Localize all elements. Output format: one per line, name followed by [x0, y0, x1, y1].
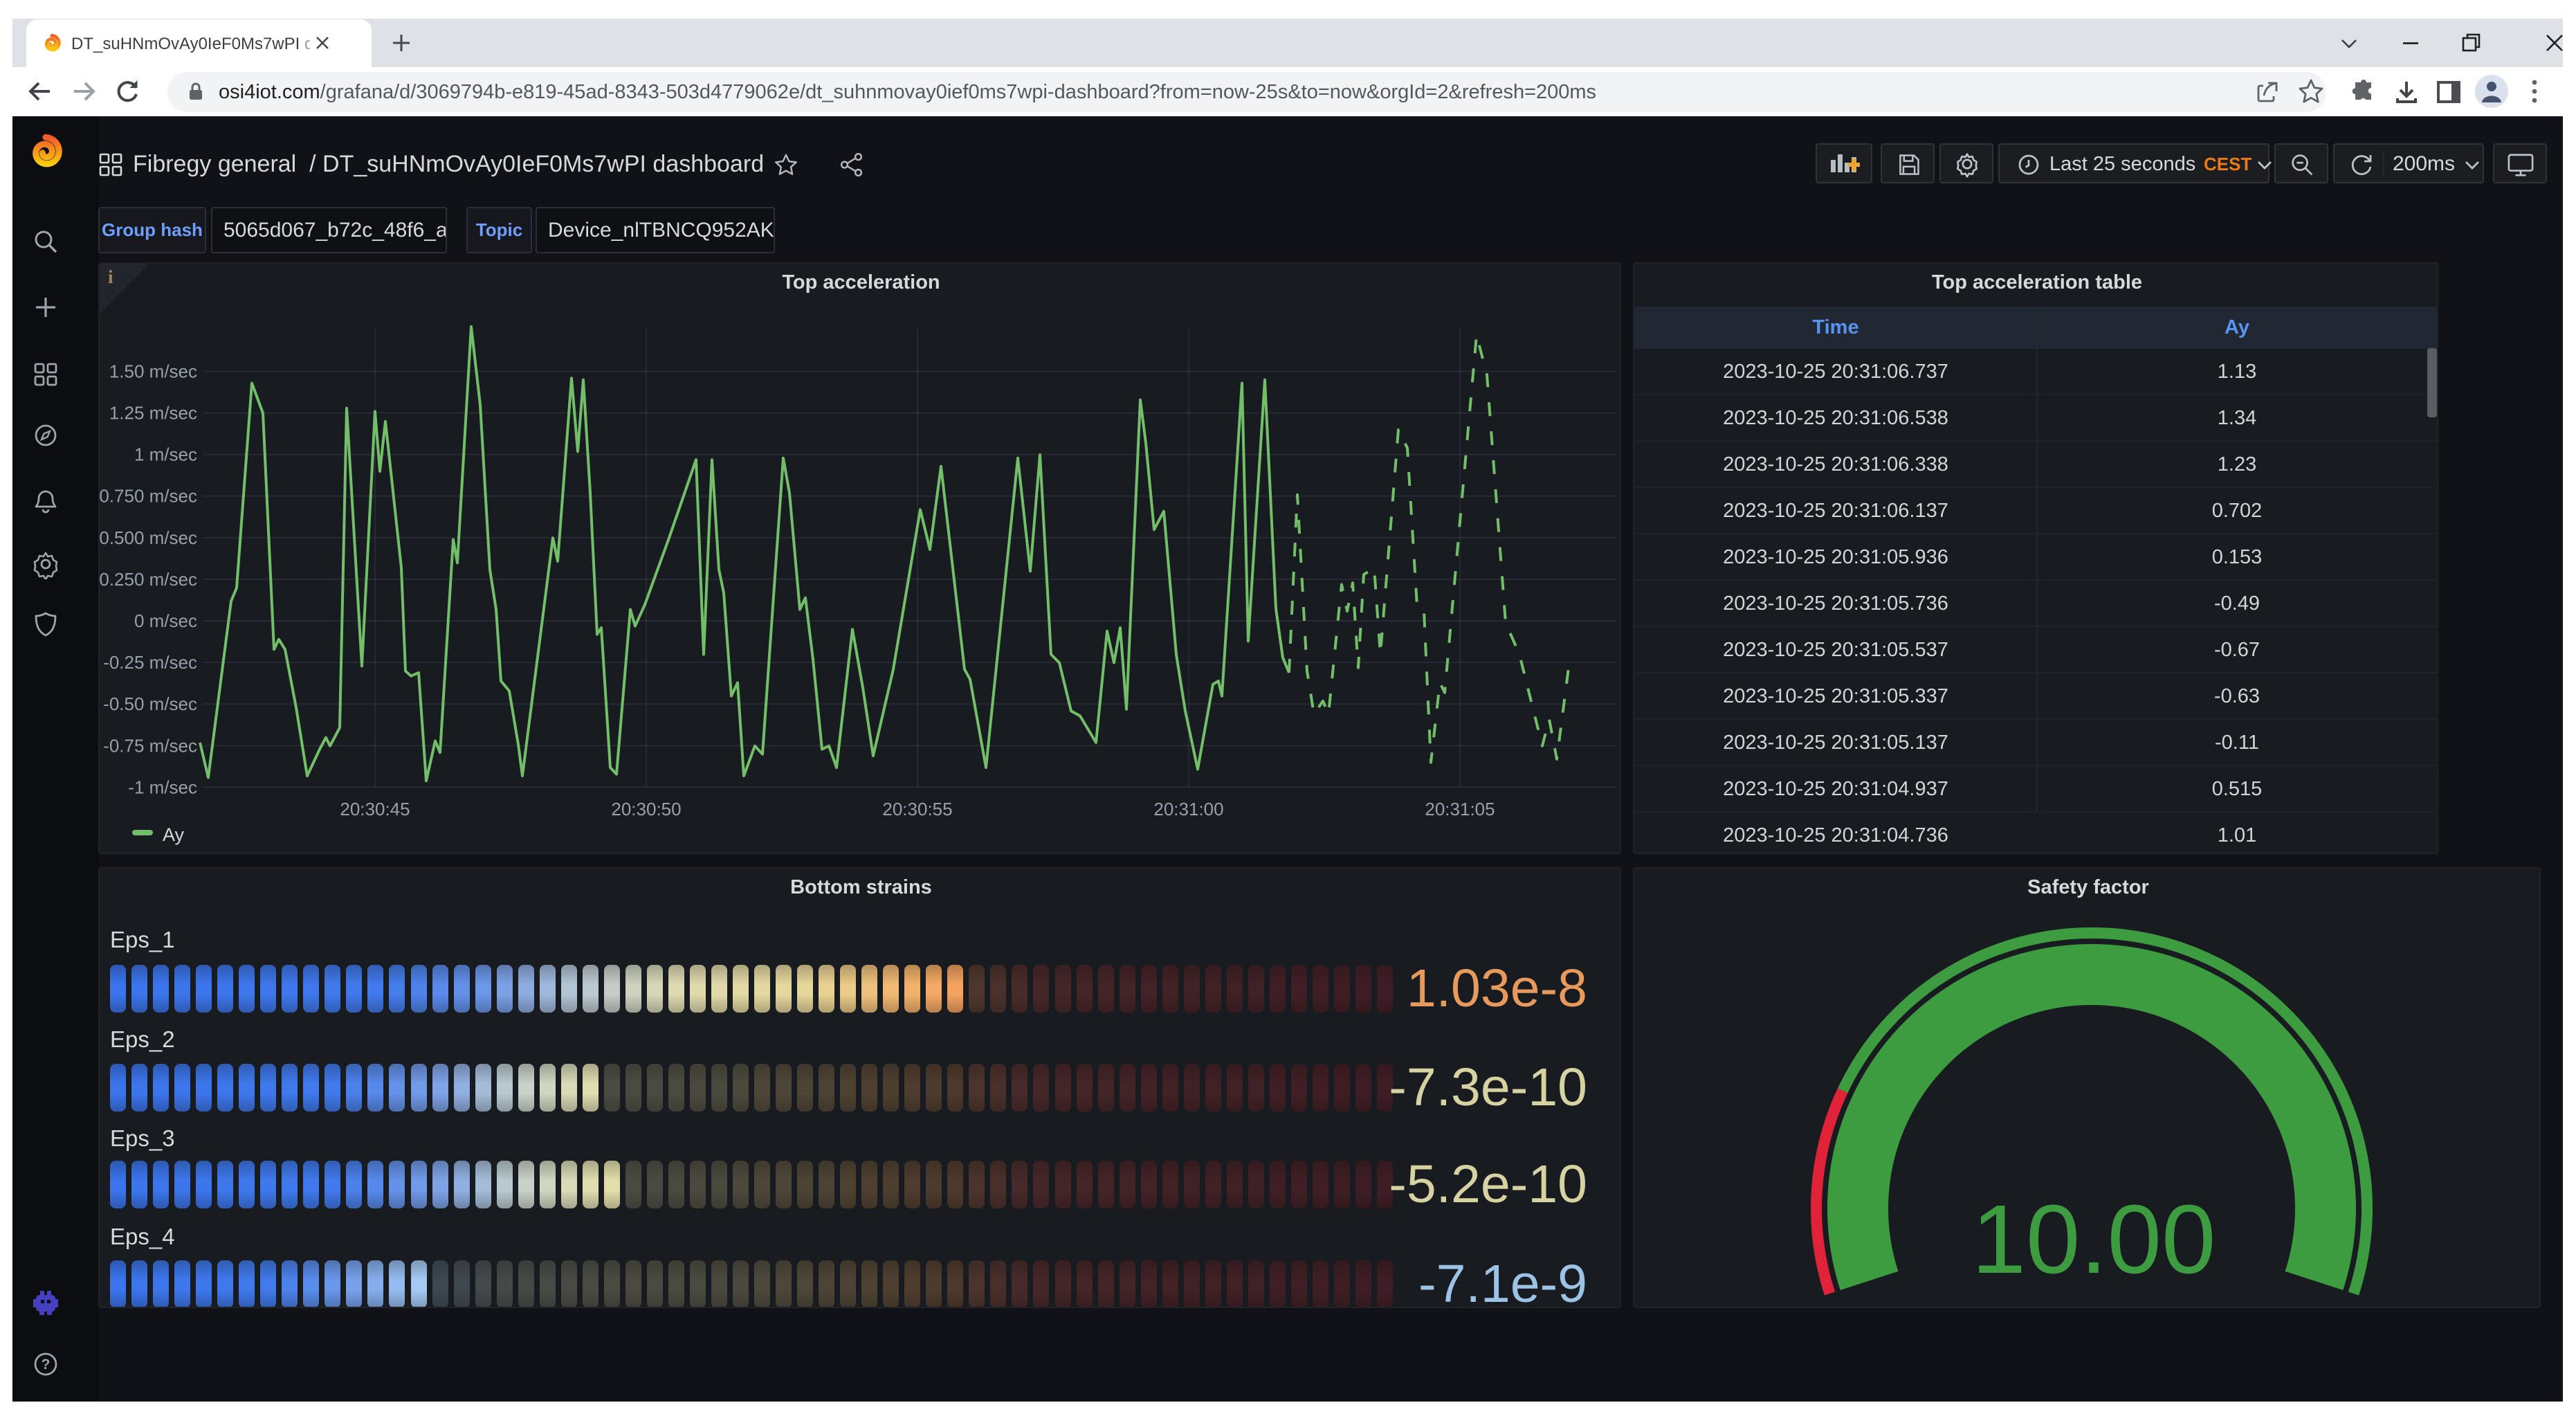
svg-text:-0.25 m/sec: -0.25 m/sec [103, 652, 197, 673]
svg-text:-0.50 m/sec: -0.50 m/sec [103, 694, 197, 714]
svg-text:1.25 m/sec: 1.25 m/sec [109, 403, 197, 424]
svg-text:Ay: Ay [163, 824, 185, 845]
svg-text:0.500 m/sec: 0.500 m/sec [100, 527, 197, 548]
svg-text:20:30:55: 20:30:55 [882, 799, 952, 819]
svg-text:1.50 m/sec: 1.50 m/sec [109, 361, 197, 381]
svg-text:20:31:05: 20:31:05 [1425, 799, 1495, 819]
svg-text:-1 m/sec: -1 m/sec [128, 777, 197, 797]
svg-text:0.250 m/sec: 0.250 m/sec [100, 569, 197, 590]
svg-text:20:31:00: 20:31:00 [1153, 799, 1223, 819]
svg-text:?: ? [42, 1357, 51, 1372]
svg-text:20:30:45: 20:30:45 [340, 799, 410, 819]
svg-text:20:30:50: 20:30:50 [611, 799, 681, 819]
svg-text:1 m/sec: 1 m/sec [134, 444, 197, 465]
svg-text:-0.75 m/sec: -0.75 m/sec [103, 735, 197, 756]
svg-text:0.750 m/sec: 0.750 m/sec [100, 486, 197, 507]
svg-text:0 m/sec: 0 m/sec [134, 610, 197, 631]
